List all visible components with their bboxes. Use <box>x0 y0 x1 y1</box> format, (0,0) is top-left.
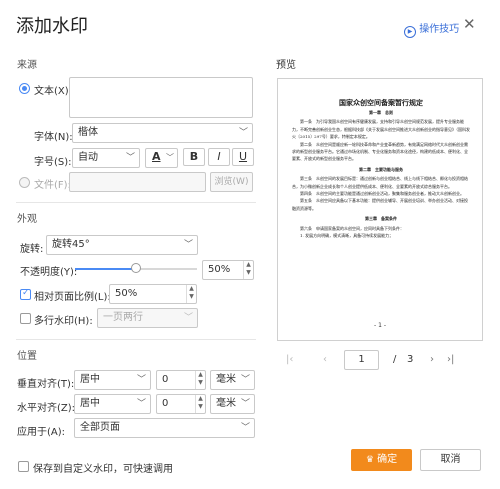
prev-page-icon[interactable]: ‹ <box>323 354 327 365</box>
slider-fill <box>75 268 136 270</box>
valign-unit-select[interactable]: 毫米 ﹀ <box>210 370 255 390</box>
rotate-label: 旋转: <box>20 244 44 255</box>
page-separator: / <box>393 354 397 365</box>
halign-label: 水平对齐(Z): <box>17 403 76 414</box>
doc-chapter-1: 第一章 总则 <box>369 110 393 115</box>
valign-offset-field[interactable]: 0 ▲ ▼ <box>156 370 206 390</box>
bold-button[interactable]: B <box>183 148 205 166</box>
multiline-label: 多行水印(H): <box>34 316 93 327</box>
appearance-section-title: 外观 <box>17 214 37 225</box>
halign-offset-field[interactable]: 0 ▲ ▼ <box>156 394 206 414</box>
spinner-icon[interactable]: ▲ ▼ <box>243 261 253 279</box>
spinner-icon[interactable]: ▲ ▼ <box>186 285 196 303</box>
size-select[interactable]: 自动 ﹀ <box>72 148 140 168</box>
slider-thumb[interactable] <box>131 263 141 273</box>
watermark-text-area[interactable] <box>69 77 253 118</box>
chevron-down-icon: ﹀ <box>136 399 146 409</box>
doc-paragraph: 第三条 众创空间的发展目标是：通过创新与创业相结合、线上与线下相结合、孵化与投资… <box>292 176 468 189</box>
preview-page: 国家众创空间备案暂行规定 第一章 总则 第一条 为引导我国众创空间有序健康发展，… <box>277 78 483 341</box>
apply-label: 应用于(A): <box>17 427 66 438</box>
tips-link[interactable]: ▶ 操作技巧 <box>404 20 459 38</box>
doc-page-number: - 1 - <box>374 322 386 329</box>
halign-select[interactable]: 居中 ﹀ <box>74 394 151 414</box>
first-page-icon[interactable]: |‹ <box>286 354 293 365</box>
relative-scale-field[interactable]: 50% ▲ ▼ <box>109 284 197 304</box>
crown-icon: ♛ <box>365 455 374 465</box>
browse-button[interactable]: 浏览(W) <box>210 172 253 192</box>
checkmark-icon: ✓ <box>22 288 30 298</box>
last-page-icon[interactable]: ›| <box>447 354 454 365</box>
file-radio[interactable] <box>19 177 30 188</box>
doc-paragraph: 第一条 为引导我国众创空间有序健康发展，支持和引导众创空间规范发展，提升专业服务… <box>292 119 470 140</box>
font-label: 字体(N): <box>34 132 73 143</box>
multiline-select[interactable]: 一页两行 ﹀ <box>97 308 198 328</box>
chevron-down-icon: ﹀ <box>183 240 193 250</box>
opacity-value-field[interactable]: 50% ▲ ▼ <box>202 260 254 280</box>
chevron-down-icon: ﹀ <box>166 153 174 162</box>
multiline-checkbox[interactable] <box>20 313 31 324</box>
text-radio[interactable] <box>19 83 30 94</box>
preview-title: 预览 <box>276 60 296 71</box>
opacity-label: 不透明度(Y): <box>20 267 78 278</box>
file-path-input[interactable] <box>69 172 206 192</box>
chevron-down-icon: ﹀ <box>240 399 250 409</box>
chevron-down-icon: ﹀ <box>125 153 135 163</box>
apply-select[interactable]: 全部页面 ﹀ <box>74 418 255 438</box>
doc-paragraph: 第六条 申请国家备案的众创空间，应同时具备下列条件： <box>300 225 404 231</box>
doc-paragraph: 1. 发展方向明确，模式清晰，具备可持续发展能力； <box>300 233 394 239</box>
opacity-slider[interactable] <box>75 262 197 276</box>
size-label: 字号(S): <box>34 157 72 168</box>
relative-scale-label: 相对页面比例(L): <box>34 292 111 303</box>
page-total: 3 <box>407 354 414 365</box>
position-section-title: 位置 <box>17 351 37 362</box>
dialog-title: 添加水印 <box>16 16 88 37</box>
doc-chapter-3: 第三章 备案条件 <box>365 216 397 222</box>
doc-title: 国家众创空间备案暂行规定 <box>339 98 423 107</box>
relative-scale-checkbox[interactable]: ✓ <box>20 288 31 300</box>
halign-unit-select[interactable]: 毫米 ﹀ <box>210 394 255 414</box>
doc-chapter-2: 第二章 主要功能与服务 <box>359 166 403 172</box>
chevron-down-icon: ﹀ <box>183 313 193 323</box>
play-circle-icon: ▶ <box>404 26 416 38</box>
save-custom-label: 保存到自定义水印，可快速调用 <box>33 464 173 475</box>
valign-label: 垂直对齐(T): <box>17 379 75 390</box>
chevron-down-icon: ﹀ <box>240 423 250 433</box>
valign-select[interactable]: 居中 ﹀ <box>74 370 151 390</box>
ok-button[interactable]: ♛ 确定 <box>351 449 412 471</box>
cancel-button[interactable]: 取消 <box>420 449 481 471</box>
underline-button[interactable]: U <box>232 148 254 166</box>
font-select[interactable]: 楷体 ﹀ <box>72 123 253 143</box>
font-color-icon: A <box>152 150 161 163</box>
rotate-select[interactable]: 旋转45° ﹀ <box>46 235 198 255</box>
file-label: 文件(F): <box>34 180 71 191</box>
text-label: 文本(X): <box>34 86 73 97</box>
page-number-input[interactable]: 1 <box>344 350 379 370</box>
spinner-icon[interactable]: ▲ ▼ <box>195 371 205 389</box>
chevron-down-icon: ﹀ <box>238 128 248 138</box>
chevron-down-icon: ﹀ <box>136 375 146 385</box>
source-section-title: 来源 <box>17 60 37 71</box>
next-page-icon[interactable]: › <box>430 354 434 365</box>
doc-paragraph: 第二条 众创空间是顺应新一轮科技革命和产业变革新趋势，有效满足网络时代大众创新创… <box>292 141 468 162</box>
italic-button[interactable]: I <box>208 148 230 166</box>
doc-paragraph: 第四条 众创空间的主要功能是通过创新创业活动，聚集和服务创业者，推动大众创新创业… <box>300 191 464 197</box>
close-icon[interactable]: ✕ <box>463 17 476 32</box>
chevron-down-icon: ﹀ <box>240 375 250 385</box>
spinner-icon[interactable]: ▲ ▼ <box>195 395 205 413</box>
save-custom-checkbox[interactable] <box>18 461 29 472</box>
font-color-button[interactable]: A ﹀ <box>145 148 178 168</box>
doc-paragraph: 第五条 众创空间应具备以下基本功能：提供创业辅导、开展创业培训、举办创业活动、对… <box>292 198 468 211</box>
